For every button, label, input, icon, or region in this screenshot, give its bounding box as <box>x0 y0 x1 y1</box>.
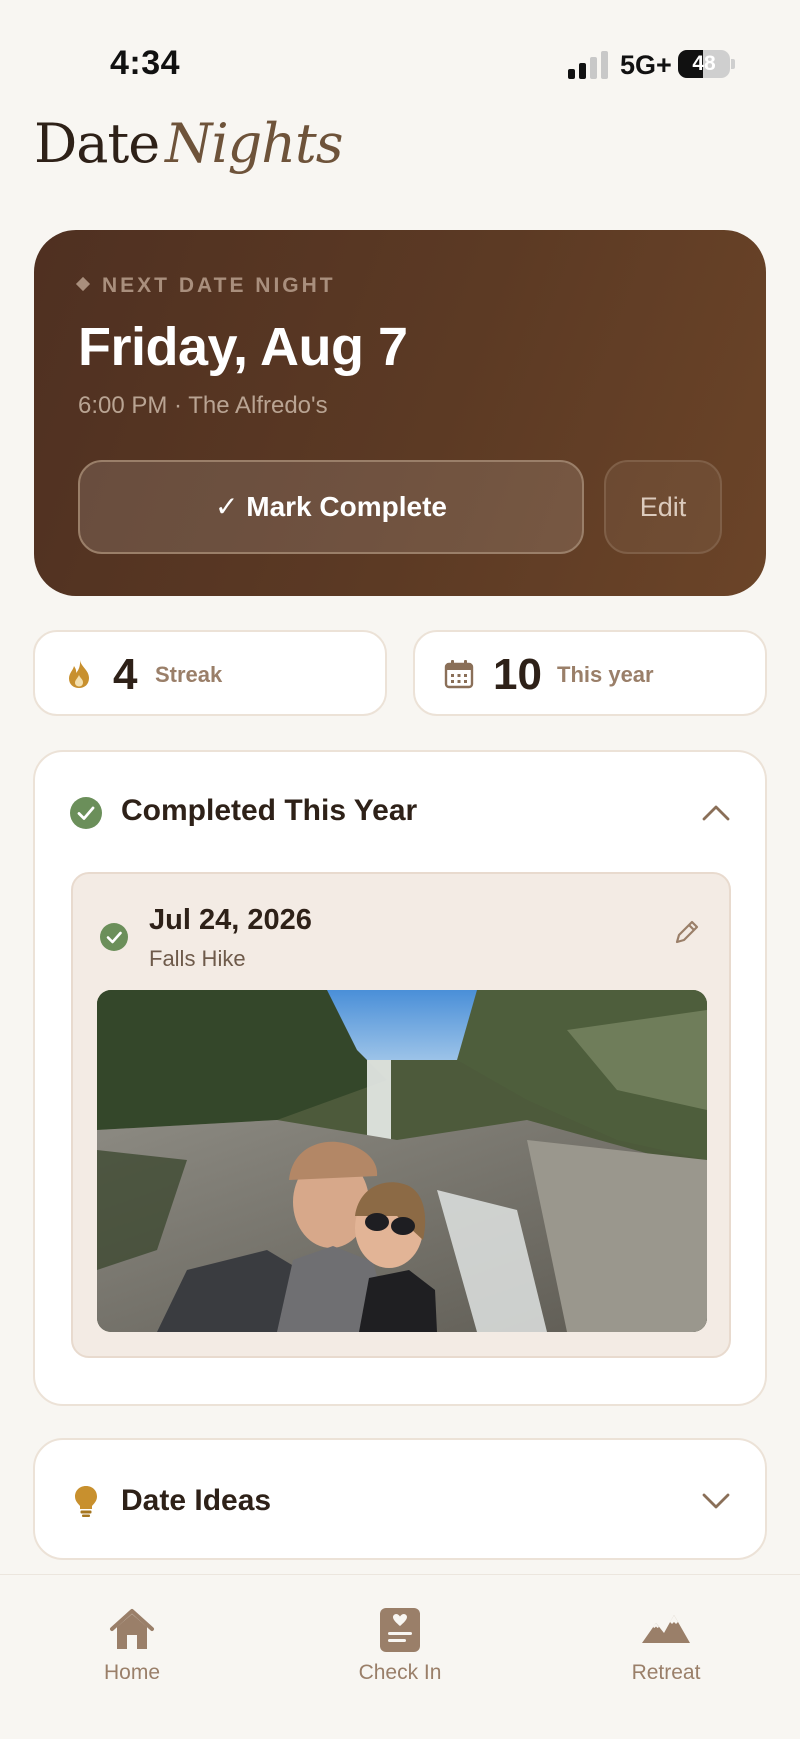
tab-home-label: Home <box>103 1661 161 1684</box>
tab-check-in[interactable]: Check In <box>310 1593 490 1693</box>
completed-entry[interactable]: Jul 24, 2026 Falls Hike <box>71 872 731 1358</box>
calendar-icon <box>444 660 474 689</box>
chevron-down-icon[interactable] <box>701 1486 731 1516</box>
battery-icon: 48 <box>678 50 730 78</box>
next-date-details: 6:00 PM · The Alfredo's <box>78 392 328 419</box>
page-title-accent: Nights <box>165 112 343 175</box>
year-label: This year <box>557 662 654 687</box>
page-title-main: Date <box>34 112 160 175</box>
completed-section: Completed This Year Jul 24, 2026 Falls H… <box>33 750 767 1406</box>
entry-photo[interactable] <box>97 990 707 1332</box>
mark-complete-button[interactable]: ✓ Mark Complete <box>78 460 584 554</box>
tab-retreat-label: Retreat <box>631 1661 701 1684</box>
next-date-eyebrow: NEXT DATE NIGHT <box>75 274 336 298</box>
diamond-icon <box>75 276 91 292</box>
tab-retreat[interactable]: Retreat <box>576 1593 756 1693</box>
entry-name: Falls Hike <box>149 946 246 971</box>
next-date-eyebrow-text: NEXT DATE NIGHT <box>102 274 336 297</box>
pencil-icon[interactable] <box>673 918 701 946</box>
status-bar: 4:34 5G+ 48 <box>0 0 800 110</box>
lightbulb-icon <box>75 1486 97 1517</box>
flame-icon <box>69 660 89 688</box>
next-date-heading: Friday, Aug 7 <box>78 317 408 377</box>
streak-stat-card: 4 Streak <box>33 630 387 716</box>
next-date-card: NEXT DATE NIGHT Friday, Aug 7 6:00 PM · … <box>34 230 766 596</box>
tab-bar: Home Check In Retreat <box>0 1574 800 1739</box>
year-value: 10 <box>493 650 542 699</box>
status-time: 4:34 <box>110 44 181 82</box>
year-stat-card: 10 This year <box>413 630 767 716</box>
streak-label: Streak <box>155 662 223 687</box>
completed-section-title: Completed This Year <box>121 794 418 827</box>
date-ideas-section[interactable]: Date Ideas <box>33 1438 767 1560</box>
streak-value: 4 <box>113 650 138 699</box>
tab-home[interactable]: Home <box>42 1593 222 1693</box>
edit-button[interactable]: Edit <box>604 460 722 554</box>
date-ideas-title: Date Ideas <box>121 1484 272 1517</box>
chevron-up-icon[interactable] <box>701 798 731 828</box>
home-icon <box>110 1609 154 1649</box>
check-circle-icon <box>70 797 102 829</box>
signal-icon <box>568 51 608 79</box>
entry-date: Jul 24, 2026 <box>149 904 312 936</box>
battery-level: 48 <box>692 52 716 75</box>
network-label: 5G+ <box>620 50 672 80</box>
check-circle-icon <box>100 923 128 951</box>
check-in-icon <box>380 1608 420 1652</box>
tab-check-in-label: Check In <box>358 1661 442 1684</box>
battery-nub <box>731 59 735 69</box>
mountains-icon <box>642 1615 690 1643</box>
page-title: Date Nights <box>34 112 343 175</box>
